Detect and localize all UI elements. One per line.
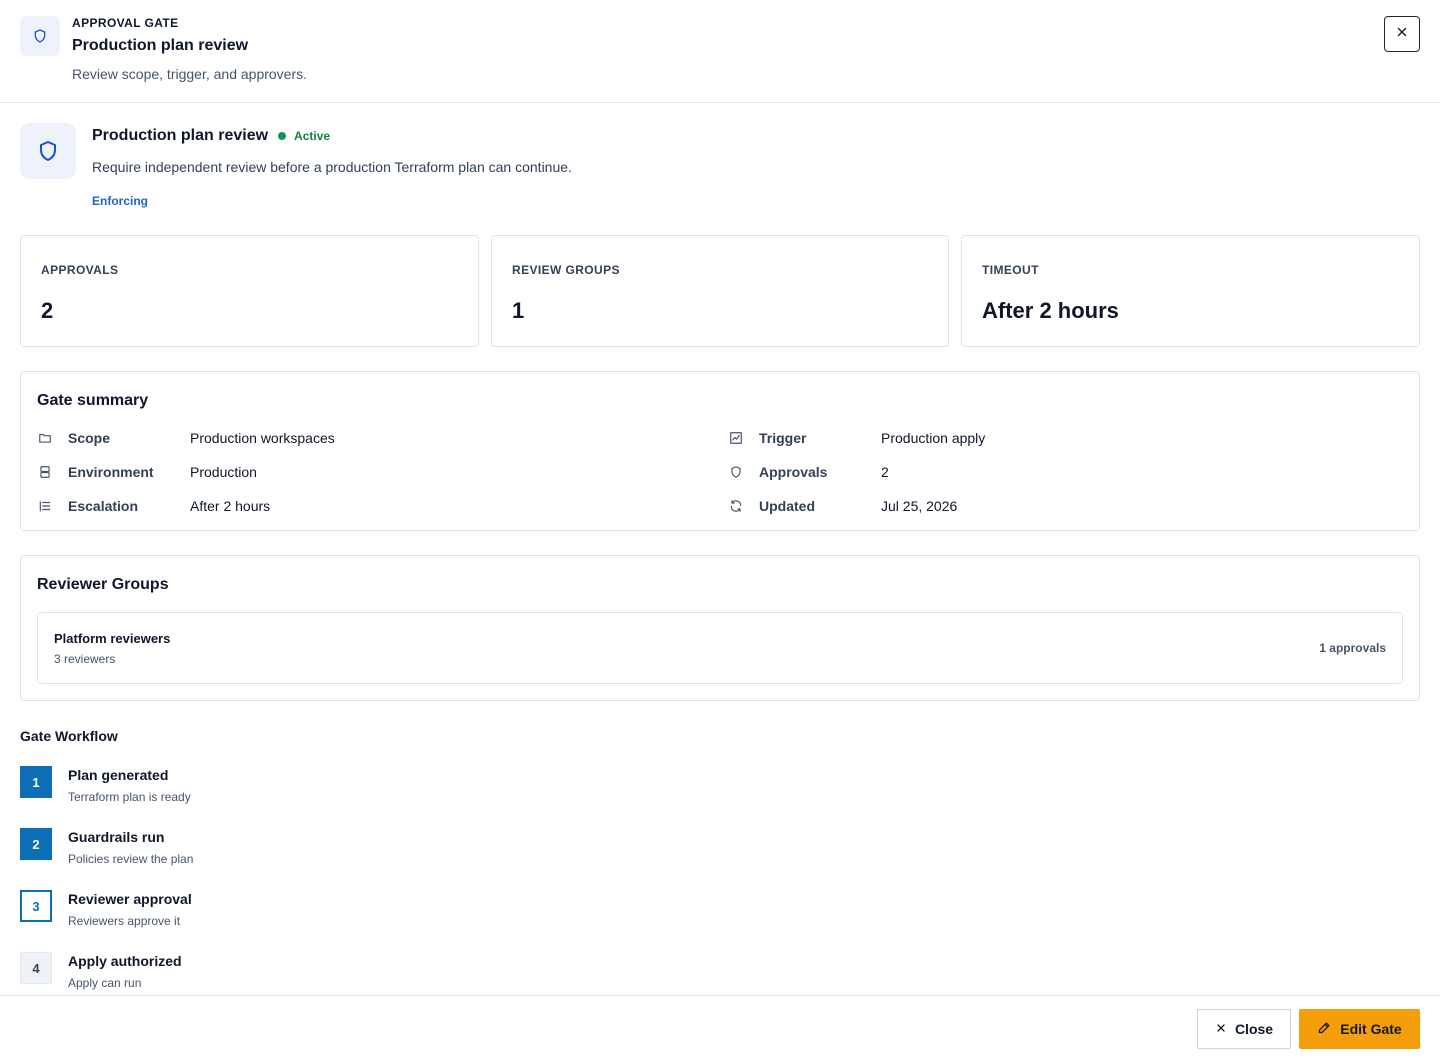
edit-gate-button[interactable]: Edit Gate (1299, 1009, 1420, 1049)
drawer-header: APPROVAL GATE Production plan review Rev… (0, 0, 1440, 103)
step-title: Apply authorized (68, 953, 182, 969)
page-title: Production plan review (72, 37, 249, 54)
step-title: Guardrails run (68, 829, 165, 845)
page-subtitle: Review scope, trigger, and approvers. (72, 66, 308, 82)
step-subtitle: Reviewers approve it (68, 914, 181, 928)
summary-label: Environment (68, 464, 154, 480)
stat-value: After 2 hours (982, 298, 1119, 323)
panel-title: Reviewer Groups (37, 576, 169, 593)
summary-row-updated: Updated Jul 25, 2026 (729, 496, 957, 516)
reviewer-groups-panel: Reviewer Groups Platform reviewers 3 rev… (20, 555, 1420, 701)
header-eyebrow: APPROVAL GATE (72, 16, 179, 30)
workflow-step: 1 Plan generated Terraform plan is ready (20, 766, 420, 810)
enforcement-mode: Enforcing (92, 194, 148, 208)
status-badge: Active (294, 129, 331, 143)
summary-label: Trigger (759, 430, 807, 446)
group-approval-count: 1 approvals (1319, 641, 1386, 655)
shield-icon (729, 465, 743, 479)
gate-description: Require independent review before a prod… (92, 159, 572, 175)
close-button[interactable] (1384, 16, 1420, 52)
summary-value: Production (190, 464, 257, 480)
step-number: 2 (20, 828, 52, 860)
summary-label: Scope (68, 430, 111, 446)
summary-label: Updated (759, 498, 815, 514)
step-title: Reviewer approval (68, 891, 192, 907)
close-icon (1395, 25, 1409, 44)
status-dot (278, 132, 287, 140)
step-subtitle: Apply can run (68, 976, 142, 990)
stat-card-approvals: APPROVALS 2 (20, 235, 479, 347)
pencil-icon (1317, 1020, 1332, 1038)
workflow-step: 2 Guardrails run Policies review the pla… (20, 828, 420, 872)
workflow-step: 4 Apply authorized Apply can run (20, 952, 420, 996)
workflow-step: 3 Reviewer approval Reviewers approve it (20, 890, 420, 934)
summary-row-approvals: Approvals 2 (729, 462, 889, 482)
edit-gate-button-label: Edit Gate (1340, 1021, 1402, 1037)
refresh-icon (729, 499, 743, 513)
close-button-label: Close (1234, 1021, 1274, 1037)
stat-value: 2 (41, 298, 54, 323)
summary-row-environment: Environment Production (38, 462, 257, 482)
step-subtitle: Policies review the plan (68, 852, 194, 866)
summary-value: Production workspaces (190, 430, 335, 446)
summary-row-escalation: Escalation After 2 hours (38, 496, 270, 516)
step-title: Plan generated (68, 767, 169, 783)
step-subtitle: Terraform plan is ready (68, 790, 191, 804)
summary-row-trigger: Trigger Production apply (729, 428, 985, 448)
folder-icon (38, 431, 52, 445)
close-icon (1215, 1021, 1227, 1037)
server-icon (38, 465, 52, 479)
shield-icon (20, 123, 76, 179)
stat-label: APPROVALS (41, 263, 119, 277)
workflow-title: Gate Workflow (20, 728, 118, 744)
drawer-footer: Close Edit Gate (0, 995, 1440, 1060)
gate-title-row: Production plan review Active (92, 126, 330, 146)
summary-value: Jul 25, 2026 (881, 498, 958, 514)
stat-card-timeout: TIMEOUT After 2 hours (961, 235, 1420, 347)
list-icon (38, 499, 52, 513)
summary-label: Escalation (68, 498, 139, 514)
summary-row-scope: Scope Production workspaces (38, 428, 335, 448)
step-number: 4 (20, 952, 52, 984)
summary-label: Approvals (759, 464, 828, 480)
chart-icon (729, 431, 743, 445)
summary-value: After 2 hours (190, 498, 271, 514)
summary-value: Production apply (881, 430, 986, 446)
stat-value: 1 (512, 298, 525, 323)
step-number: 1 (20, 766, 52, 798)
panel-title: Gate summary (37, 392, 149, 409)
stat-label: TIMEOUT (982, 263, 1039, 277)
reviewer-group-card[interactable]: Platform reviewers 3 reviewers 1 approva… (37, 612, 1403, 684)
gate-summary-panel: Gate summary Scope Production workspaces… (20, 371, 1420, 531)
stat-card-review-groups: REVIEW GROUPS 1 (491, 235, 949, 347)
step-number: 3 (20, 890, 52, 922)
stat-label: REVIEW GROUPS (512, 263, 620, 277)
shield-icon (20, 16, 60, 56)
group-reviewer-count: 3 reviewers (54, 652, 116, 666)
summary-value: 2 (881, 464, 889, 480)
group-name: Platform reviewers (54, 631, 171, 646)
close-button[interactable]: Close (1197, 1009, 1291, 1049)
gate-title: Production plan review (92, 127, 269, 144)
